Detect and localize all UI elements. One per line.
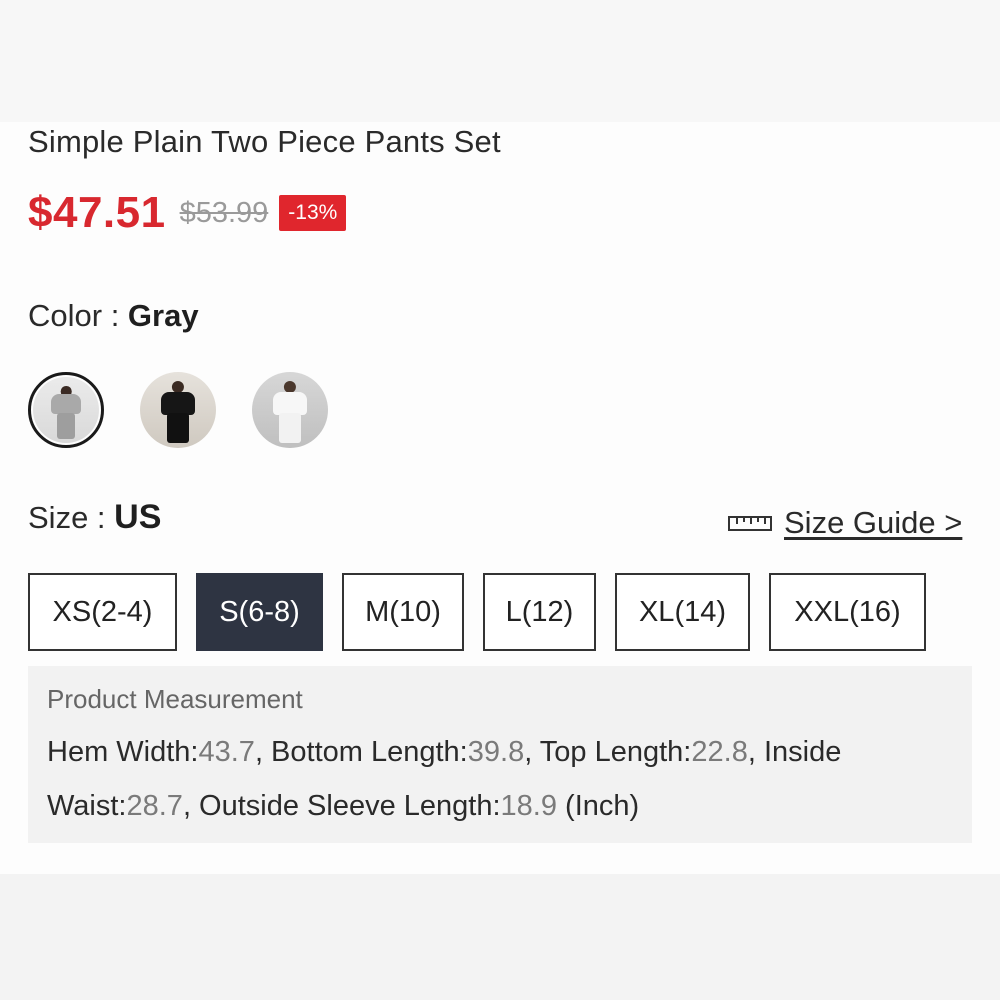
size-label-text: Size : [28,500,115,535]
size-guide-text: Size Guide > [784,505,963,540]
inside-waist-value: 28.7 [126,790,183,822]
color-swatch-white[interactable] [252,372,328,448]
product-title: Simple Plain Two Piece Pants Set [28,124,501,159]
top-length-label: , Top Length: [524,736,692,768]
size-guide-link[interactable]: Size Guide > [728,505,962,541]
discount-badge: -13% [279,195,347,231]
bottom-background [0,874,1000,1000]
size-option-xs[interactable]: XS(2-4) [28,573,177,651]
hem-width-value: 43.7 [198,736,255,768]
size-option-xl[interactable]: XL(14) [615,573,750,651]
price-row: $47.51 $53.99 -13% [28,188,347,238]
size-option-l[interactable]: L(12) [483,573,596,651]
size-options: XS(2-4) S(6-8) M(10) L(12) XL(14) XXL(16… [28,573,926,651]
color-label: Color : Gray [28,298,199,334]
size-option-m[interactable]: M(10) [342,573,464,651]
product-measurement-box: Product Measurement Hem Width:43.7, Bott… [28,666,972,843]
selected-color: Gray [127,298,199,333]
color-swatches [28,372,364,448]
white-outfit-image [252,372,328,448]
measurement-title: Product Measurement [47,684,303,714]
bottom-length-label: , Bottom Length: [254,736,468,768]
measurement-unit: (Inch) [557,790,640,822]
hem-width-label: Hem Width: [47,736,199,768]
color-swatch-gray[interactable] [28,372,104,448]
color-label-text: Color : [28,298,128,333]
top-length-value: 22.8 [691,736,748,768]
size-label: Size : US [28,498,161,537]
color-swatch-black[interactable] [140,372,216,448]
ruler-icon [728,516,772,531]
black-outfit-image [140,372,216,448]
size-system: US [114,498,162,536]
size-option-xxl[interactable]: XXL(16) [769,573,926,651]
top-background [0,0,1000,122]
original-price: $53.99 [179,196,269,229]
bottom-length-value: 39.8 [467,736,525,768]
size-option-s[interactable]: S(6-8) [196,573,323,651]
measurement-details: Hem Width:43.7, Bottom Length:39.8, Top … [47,725,953,833]
sleeve-length-label: , Outside Sleeve Length: [182,790,501,822]
sleeve-length-value: 18.9 [500,790,557,822]
current-price: $47.51 [28,188,166,237]
gray-outfit-image [33,377,99,443]
